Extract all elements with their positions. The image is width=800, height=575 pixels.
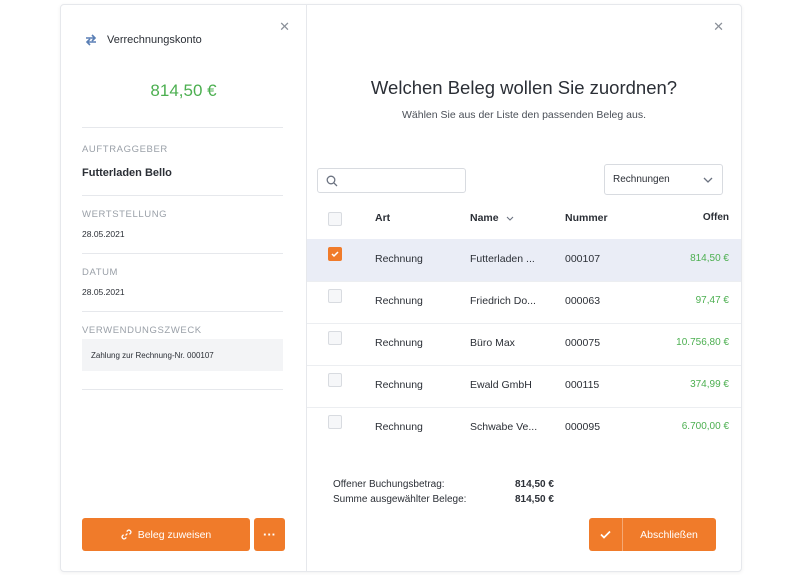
open-amount-value: 814,50 € [515,479,554,490]
divider [82,389,283,390]
row-name: Schwabe Ve... [470,421,538,433]
row-offen: 6.700,00 € [681,421,729,432]
verwendungszweck-value: Zahlung zur Rechnung-Nr. 000107 [82,339,283,371]
column-art: Art [375,212,391,224]
row-name: Friedrich Do... [470,295,536,307]
check-icon [331,251,339,258]
more-options-button[interactable]: ··· [254,518,285,551]
auftraggeber-label: AUFTRAGGEBER [82,144,168,155]
row-nummer: 000115 [565,379,600,391]
dialog-title: Welchen Beleg wollen Sie zuordnen? [370,77,678,98]
selected-sum-value: 814,50 € [515,494,554,505]
selected-sum-label: Summe ausgewählter Belege: [333,494,467,505]
assign-button-label: Beleg zuweisen [137,528,212,541]
row-offen: 97,47 € [695,295,729,306]
account-header: Verrechnungskonto [84,34,202,46]
select-value: Rechnungen [613,174,670,185]
row-nummer: 000075 [565,337,601,349]
row-checkbox[interactable] [328,289,342,303]
transaction-amount: 814,50 € [150,81,217,100]
dialog-subtitle: Wählen Sie aus der Liste den passenden B… [402,109,646,121]
divider [82,195,283,196]
row-art: Rechnung [375,337,423,349]
select-all-checkbox[interactable] [328,212,342,226]
divider [82,127,283,128]
row-checkbox[interactable] [328,247,342,261]
open-amount-label: Offener Buchungsbetrag: [333,479,445,490]
row-checkbox[interactable] [328,331,342,345]
verwendungszweck-label: VERWENDUNGSZWECK [82,325,202,336]
search-icon [326,175,338,187]
row-checkbox[interactable] [328,373,342,387]
table-row[interactable]: Rechnung Ewald GmbH 000115 374,99 € [307,365,741,408]
row-name: Büro Max [470,337,515,349]
datum-value: 28.05.2021 [82,287,125,297]
table-header: Art Name Nummer Offen [307,205,741,233]
table-row[interactable]: Rechnung Schwabe Ve... 000095 6.700,00 € [307,407,741,434]
close-right-icon[interactable]: ✕ [713,20,724,33]
row-nummer: 000095 [565,421,601,433]
document-type-select[interactable]: Rechnungen [604,164,723,195]
wertstellung-value: 28.05.2021 [82,229,125,239]
table-row[interactable]: Rechnung Friedrich Do... 000063 97,47 € [307,281,741,324]
auftraggeber-value: Futterladen Bello [82,167,172,179]
row-art: Rechnung [375,253,423,265]
document-picker-panel: ✕ Welchen Beleg wollen Sie zuordnen? Wäh… [307,5,741,571]
row-offen: 814,50 € [690,253,729,264]
account-label: Verrechnungskonto [107,34,202,46]
finish-button[interactable]: Abschließen [589,518,716,551]
row-art: Rechnung [375,421,423,433]
swap-arrows-icon [85,34,97,46]
transaction-panel: ✕ Verrechnungskonto 814,50 € AUFTRAGGEBE… [61,5,307,571]
link-icon [121,529,132,540]
table-row[interactable]: Rechnung Büro Max 000075 10.756,80 € [307,323,741,366]
search-input[interactable] [317,168,466,193]
column-name[interactable]: Name [470,212,514,224]
row-nummer: 000063 [565,295,601,307]
table-row[interactable]: Rechnung Futterladen ... 000107 814,50 € [307,239,741,282]
column-name-label: Name [470,212,499,224]
assignment-dialog: ✕ Verrechnungskonto 814,50 € AUFTRAGGEBE… [60,4,742,572]
datum-label: DATUM [82,267,119,278]
column-nummer: Nummer [565,212,608,224]
divider [82,311,283,312]
row-offen: 374,99 € [690,379,729,390]
row-name: Futterladen ... [470,253,535,265]
row-name: Ewald GmbH [470,379,532,391]
finish-button-label: Abschließen [640,528,698,541]
check-icon [589,518,623,551]
row-offen: 10.756,80 € [676,337,729,348]
close-left-icon[interactable]: ✕ [279,20,290,33]
chevron-down-icon [703,177,713,183]
wertstellung-label: WERTSTELLUNG [82,209,168,220]
row-checkbox[interactable] [328,415,342,429]
divider [82,253,283,254]
assign-document-button[interactable]: Beleg zuweisen [82,518,250,551]
row-nummer: 000107 [565,253,601,265]
column-offen: Offen [702,212,729,223]
row-art: Rechnung [375,379,423,391]
sort-chevron-icon [506,216,513,221]
row-art: Rechnung [375,295,423,307]
